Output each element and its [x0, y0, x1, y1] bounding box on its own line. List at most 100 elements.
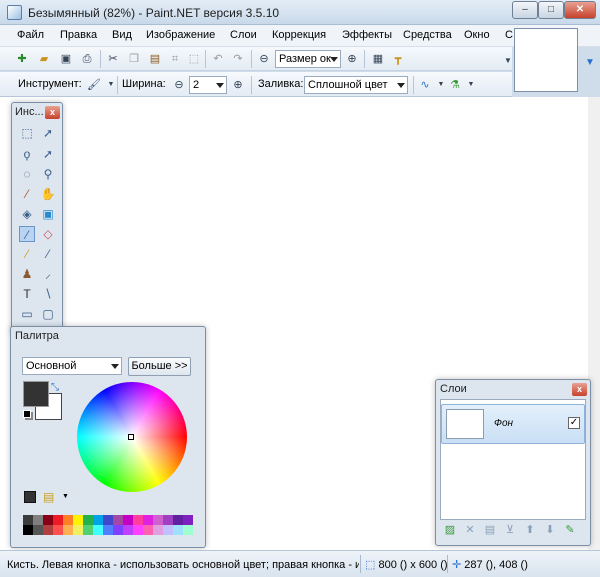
recolor-icon[interactable]: ⸝ — [40, 266, 56, 282]
palette-swatch[interactable] — [33, 515, 43, 525]
antialiasing-icon[interactable]: ∿ — [417, 77, 433, 93]
menu-adjustments[interactable]: Коррекция — [272, 29, 326, 41]
palette-menu-icon[interactable]: ▤ — [43, 490, 54, 504]
merge-layer-down-icon[interactable]: ⊻ — [503, 523, 517, 537]
move-layer-down-icon[interactable]: ⬇ — [543, 523, 557, 537]
text-tool-icon[interactable]: T — [19, 286, 35, 302]
magic-wand-icon[interactable]: ⁄ — [19, 186, 35, 202]
blend-mode-icon[interactable]: ⚗ — [447, 77, 463, 93]
eraser-icon[interactable]: ◇ — [40, 226, 56, 242]
palette-swatch[interactable] — [163, 515, 173, 525]
palette-swatch[interactable] — [53, 515, 63, 525]
palette-swatch[interactable] — [153, 525, 163, 535]
layer-visibility-checkbox[interactable]: ✓ — [568, 417, 580, 429]
layer-properties-icon[interactable]: ✎ — [563, 523, 577, 537]
color-picker-icon[interactable]: ⁄ — [40, 246, 56, 262]
palette-swatch[interactable] — [133, 515, 143, 525]
palette-swatch[interactable] — [163, 525, 173, 535]
gradient-icon[interactable]: ▣ — [40, 206, 56, 222]
palette-swatch[interactable] — [113, 525, 123, 535]
rectangle-shape-icon[interactable]: ▭ — [19, 306, 35, 322]
open-icon[interactable]: ▰ — [36, 51, 52, 67]
width-decrease-icon[interactable]: ⊖ — [171, 77, 187, 93]
zoom-in-icon[interactable]: ⊕ — [344, 51, 360, 67]
zoom-tool-icon[interactable]: ⚲ — [40, 166, 56, 182]
cut-icon[interactable]: ✂ — [105, 51, 121, 67]
menu-view[interactable]: Вид — [112, 29, 132, 41]
color-wheel-cursor[interactable] — [128, 434, 134, 440]
copy-icon[interactable]: ❐ — [126, 51, 142, 67]
move-selected-pixels-icon[interactable]: ➚ — [40, 125, 56, 141]
redo-icon[interactable]: ↷ — [230, 51, 246, 67]
palette-swatch[interactable] — [133, 525, 143, 535]
palette-swatch[interactable] — [113, 515, 123, 525]
width-increase-icon[interactable]: ⊕ — [230, 77, 246, 93]
palette-swatch[interactable] — [93, 515, 103, 525]
print-icon[interactable]: ⎙ — [79, 51, 95, 67]
primary-color-swatch[interactable] — [23, 381, 49, 407]
blend-dropdown-icon[interactable]: ▼ — [463, 77, 479, 93]
fill-combo[interactable]: Сплошной цвет — [304, 76, 408, 94]
paintbrush-tool-icon[interactable]: 🖌 — [86, 77, 102, 93]
palette-swatch[interactable] — [103, 515, 113, 525]
rectangle-select-icon[interactable]: ⬚ — [19, 125, 35, 141]
move-selection-icon[interactable]: ➚ — [40, 146, 56, 162]
rounded-rectangle-icon[interactable]: ▢ — [40, 306, 56, 322]
new-icon[interactable]: ✚ — [14, 51, 30, 67]
palette-swatch[interactable] — [143, 515, 153, 525]
reset-colors-icon[interactable] — [23, 410, 31, 418]
palette-swatch[interactable] — [73, 525, 83, 535]
palette-swatch[interactable] — [183, 525, 193, 535]
minimize-button[interactable]: – — [512, 1, 538, 19]
width-combo[interactable]: 2 — [189, 76, 227, 94]
delete-layer-icon[interactable]: ✕ — [463, 523, 477, 537]
palette-swatch[interactable] — [143, 525, 153, 535]
palette-menu-dropdown-icon[interactable]: ▼ — [62, 493, 69, 500]
palette-swatch[interactable] — [103, 525, 113, 535]
menu-help[interactable]: С — [505, 29, 513, 41]
menu-window[interactable]: Окно — [464, 29, 490, 41]
deselect-icon[interactable]: ⬚ — [186, 51, 202, 67]
menu-image[interactable]: Изображение — [146, 29, 215, 41]
more-colors-button[interactable]: Больше >> — [128, 357, 191, 376]
palette-swatch[interactable] — [183, 515, 193, 525]
zoom-combo[interactable]: Размер ок — [275, 50, 341, 68]
palette-swatch[interactable] — [23, 515, 33, 525]
menu-effects[interactable]: Эффекты — [342, 29, 392, 41]
add-layer-icon[interactable]: ▨ — [443, 523, 457, 537]
palette-swatch[interactable] — [73, 515, 83, 525]
palette-swatch[interactable] — [153, 515, 163, 525]
crop-icon[interactable]: ⌗ — [167, 51, 183, 67]
add-color-icon[interactable] — [24, 491, 36, 503]
palette-swatch[interactable] — [83, 525, 93, 535]
palette-swatch[interactable] — [63, 515, 73, 525]
ellipse-select-icon[interactable]: ◌ — [19, 166, 35, 182]
line-curve-icon[interactable]: ∖ — [40, 286, 56, 302]
image-thumbnail[interactable] — [514, 28, 578, 92]
palette-swatch[interactable] — [53, 525, 63, 535]
palette-swatch[interactable] — [173, 525, 183, 535]
paste-icon[interactable]: ▤ — [147, 51, 163, 67]
menu-utilities[interactable]: Средства — [403, 29, 452, 41]
palette-swatch[interactable] — [123, 525, 133, 535]
ruler-icon[interactable]: ┳ — [390, 51, 406, 67]
lasso-select-icon[interactable]: ϙ — [19, 146, 35, 162]
palette-swatch[interactable] — [83, 515, 93, 525]
tools-panel-close-icon[interactable]: x — [45, 106, 60, 119]
zoom-out-icon[interactable]: ⊖ — [256, 51, 272, 67]
move-layer-up-icon[interactable]: ⬆ — [523, 523, 537, 537]
palette-swatch[interactable] — [173, 515, 183, 525]
palette-swatch[interactable] — [123, 515, 133, 525]
palette-swatch[interactable] — [23, 525, 33, 535]
palette-swatch[interactable] — [43, 515, 53, 525]
swap-colors-icon[interactable]: ⤡ — [51, 382, 59, 393]
layer-row-background[interactable]: Фон ✓ — [441, 404, 585, 444]
layers-panel-close-icon[interactable]: x — [572, 383, 587, 396]
paint-bucket-icon[interactable]: ◈ — [19, 206, 35, 222]
palette-swatch[interactable] — [93, 525, 103, 535]
palette-swatch[interactable] — [33, 525, 43, 535]
palette-swatch[interactable] — [43, 525, 53, 535]
undo-icon[interactable]: ↶ — [210, 51, 226, 67]
menu-file[interactable]: Файл — [17, 29, 44, 41]
pencil-icon[interactable]: ⁄ — [19, 246, 35, 262]
